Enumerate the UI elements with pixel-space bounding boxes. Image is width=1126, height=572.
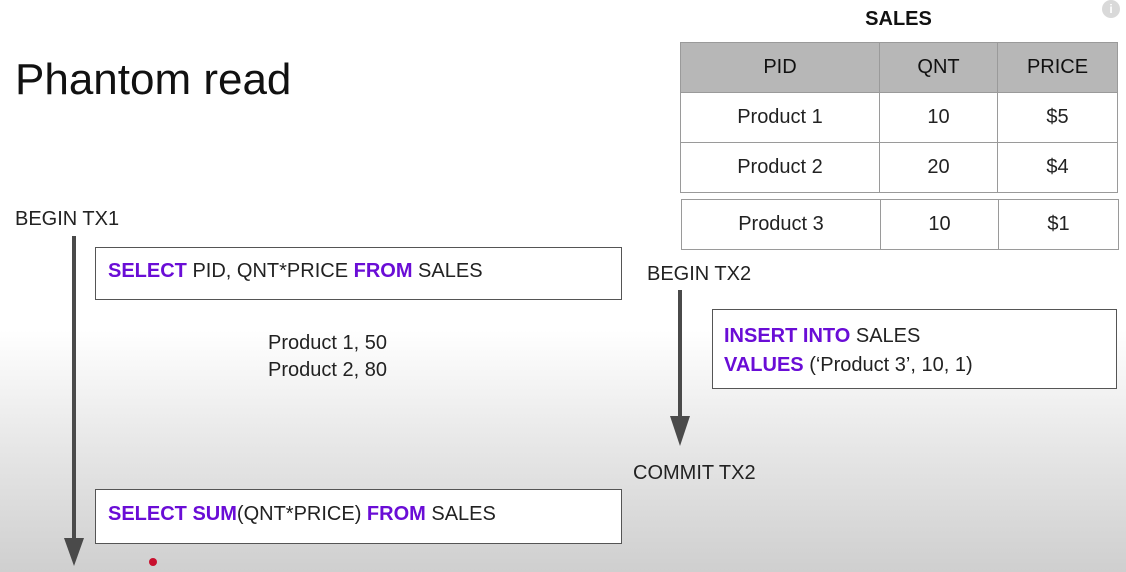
table-cell: 20 xyxy=(879,142,998,193)
pointer-dot xyxy=(149,558,157,566)
insert-query-box: INSERT INTO SALES VALUES (‘Product 3’, 1… xyxy=(712,309,1117,389)
table-cell: Product 1 xyxy=(680,92,880,143)
sql-text: SALES xyxy=(425,503,496,525)
tx2-timeline-arrow xyxy=(670,290,690,446)
values-line: VALUES (‘Product 3’, 10, 1) xyxy=(724,351,1105,380)
sql-keyword: VALUES xyxy=(724,354,804,376)
column-header-price: PRICE xyxy=(997,42,1118,93)
select-query-box: SELECT PID, QNT*PRICE FROM SALES xyxy=(95,247,622,300)
sql-keyword: FROM xyxy=(366,503,426,525)
sql-keyword: SELECT xyxy=(108,260,187,282)
result-line: Product 2, 80 xyxy=(268,359,387,381)
inserted-row-table: Product 3 10 $1 xyxy=(681,199,1119,250)
query-result: Product 1, 50 Product 2, 80 xyxy=(268,330,387,384)
table-cell: 10 xyxy=(879,92,998,143)
insert-line: INSERT INTO SALES xyxy=(724,322,1105,351)
column-header-pid: PID xyxy=(680,42,880,93)
sql-keyword: FROM xyxy=(353,260,413,282)
result-line: Product 1, 50 xyxy=(268,332,387,354)
begin-tx2-label: BEGIN TX2 xyxy=(647,263,752,285)
sql-keyword: SELECT SUM xyxy=(108,503,237,525)
sql-text: SALES xyxy=(850,325,921,347)
table-cell: Product 3 xyxy=(681,199,881,250)
sql-text: PID, QNT*PRICE xyxy=(186,260,354,282)
select-sum-query-box: SELECT SUM(QNT*PRICE) FROM SALES xyxy=(95,489,622,544)
table-row-phantom: Product 3 10 $1 xyxy=(681,199,1119,250)
table-header-row: PID QNT PRICE xyxy=(680,42,1118,93)
commit-tx2-label: COMMIT TX2 xyxy=(633,462,756,484)
table-cell: $1 xyxy=(998,199,1119,250)
table-cell: 10 xyxy=(880,199,999,250)
table-cell: Product 2 xyxy=(680,142,880,193)
tx1-timeline-arrow xyxy=(64,236,84,566)
table-row: Product 1 10 $5 xyxy=(680,92,1118,143)
sql-text: SALES xyxy=(412,260,483,282)
table-caption: SALES xyxy=(865,8,932,30)
slide-title: Phantom read xyxy=(15,55,292,104)
sql-text: (‘Product 3’, 10, 1) xyxy=(803,354,973,376)
begin-tx1-label: BEGIN TX1 xyxy=(15,208,120,230)
column-header-qnt: QNT xyxy=(879,42,998,93)
table-row: Product 2 20 $4 xyxy=(680,142,1118,193)
sales-table: PID QNT PRICE Product 1 10 $5 Product 2 … xyxy=(680,42,1118,193)
sql-text: (QNT*PRICE) xyxy=(236,503,367,525)
table-cell: $5 xyxy=(997,92,1118,143)
sql-keyword: INSERT INTO xyxy=(724,325,851,347)
table-cell: $4 xyxy=(997,142,1118,193)
